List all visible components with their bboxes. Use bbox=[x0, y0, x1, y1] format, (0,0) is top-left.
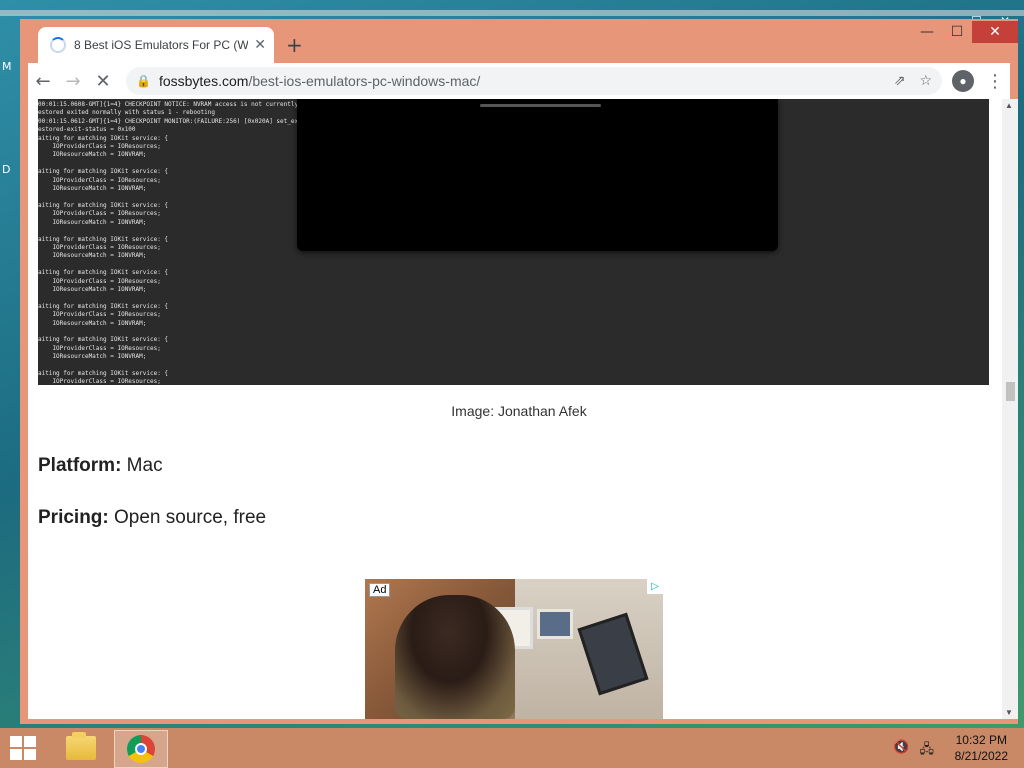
windows-start-icon[interactable] bbox=[6, 734, 40, 762]
browser-tab[interactable]: 8 Best iOS Emulators For PC (Win ✕ bbox=[38, 27, 274, 63]
image-caption: Image: Jonathan Afek bbox=[451, 403, 587, 419]
ad-person bbox=[395, 595, 515, 719]
new-tab-button[interactable]: + bbox=[286, 33, 303, 57]
address-bar-actions: ⇗ ☆ bbox=[894, 73, 932, 89]
file-explorer-taskbar-button[interactable] bbox=[55, 730, 107, 766]
simulator-screen bbox=[297, 99, 778, 251]
simulator-home-bar bbox=[480, 104, 601, 107]
tab-close-icon[interactable]: ✕ bbox=[254, 37, 266, 53]
desktop-icon-label[interactable]: M bbox=[2, 60, 12, 73]
scrollbar-thumb[interactable] bbox=[1006, 382, 1015, 401]
menu-icon[interactable]: ⋮ bbox=[980, 66, 1010, 96]
window-controls: — ☐ ✕ bbox=[912, 21, 1018, 43]
platform-line: Platform: Mac bbox=[38, 455, 163, 477]
desktop-icon-label[interactable]: D bbox=[2, 163, 10, 176]
browser-toolbar: ← → ✕ 🔒 fossbytes.com/best-ios-emulators… bbox=[28, 63, 1010, 99]
clock[interactable]: 10:32 PM 8/21/2022 bbox=[955, 732, 1008, 764]
pricing-line: Pricing: Open source, free bbox=[38, 507, 266, 529]
clock-time: 10:32 PM bbox=[955, 733, 1007, 747]
browser-window: — ☐ ✕ 8 Best iOS Emulators For PC (Win ✕… bbox=[20, 19, 1018, 724]
page-content: 00:01:15.0608-GMT]{1=4} CHECKPOINT NOTIC… bbox=[28, 99, 1010, 719]
background-window-edge bbox=[0, 10, 1024, 16]
url-text[interactable]: fossbytes.com/best-ios-emulators-pc-wind… bbox=[159, 73, 894, 89]
article-image: 00:01:15.0608-GMT]{1=4} CHECKPOINT NOTIC… bbox=[38, 99, 989, 385]
chrome-taskbar-button[interactable] bbox=[114, 730, 168, 768]
url-path: /best-ios-emulators-pc-windows-mac/ bbox=[248, 73, 481, 89]
platform-label: Platform: bbox=[38, 455, 122, 476]
network-icon[interactable]: 🖧 bbox=[920, 740, 935, 762]
loading-spinner-icon bbox=[50, 37, 66, 53]
minimize-button[interactable]: — bbox=[912, 21, 942, 43]
close-window-button[interactable]: ✕ bbox=[972, 21, 1018, 43]
ad-badge: Ad bbox=[369, 583, 391, 597]
profile-icon[interactable]: ● bbox=[952, 70, 974, 92]
scroll-up-icon[interactable]: ▲ bbox=[1005, 101, 1013, 110]
lock-icon[interactable]: 🔒 bbox=[136, 74, 151, 88]
ad-picture-frame bbox=[537, 609, 573, 639]
stop-icon[interactable]: ✕ bbox=[88, 66, 118, 96]
platform-value: Mac bbox=[121, 455, 163, 476]
system-tray: 🔇 🖧 bbox=[893, 740, 934, 762]
folder-icon bbox=[66, 732, 96, 760]
url-domain: fossbytes.com bbox=[158, 73, 249, 89]
pricing-value: Open source, free bbox=[108, 507, 267, 528]
forward-icon[interactable]: → bbox=[58, 66, 88, 96]
page-scrollbar[interactable]: ▲ ▼ bbox=[1002, 99, 1018, 719]
share-icon[interactable]: ⇗ bbox=[894, 73, 906, 89]
address-bar[interactable]: 🔒 fossbytes.com/best-ios-emulators-pc-wi… bbox=[126, 67, 942, 95]
advertisement-image[interactable]: Ad ▷ bbox=[365, 579, 663, 719]
taskbar: 🔇 🖧 10:32 PM 8/21/2022 bbox=[0, 728, 1024, 768]
pricing-label: Pricing: bbox=[38, 507, 109, 528]
volume-muted-icon[interactable]: 🔇 bbox=[893, 740, 909, 762]
ad-choices-icon[interactable]: ▷ bbox=[647, 579, 663, 594]
back-icon[interactable]: ← bbox=[28, 66, 58, 96]
terminal-log-text: 00:01:15.0608-GMT]{1=4} CHECKPOINT NOTIC… bbox=[38, 101, 299, 385]
maximize-button[interactable]: ☐ bbox=[942, 21, 972, 43]
star-icon[interactable]: ☆ bbox=[919, 73, 932, 89]
chrome-icon bbox=[127, 735, 155, 763]
tab-title: 8 Best iOS Emulators For PC (Win bbox=[74, 38, 249, 52]
scroll-down-icon[interactable]: ▼ bbox=[1005, 708, 1013, 717]
clock-date: 8/21/2022 bbox=[954, 749, 1008, 763]
